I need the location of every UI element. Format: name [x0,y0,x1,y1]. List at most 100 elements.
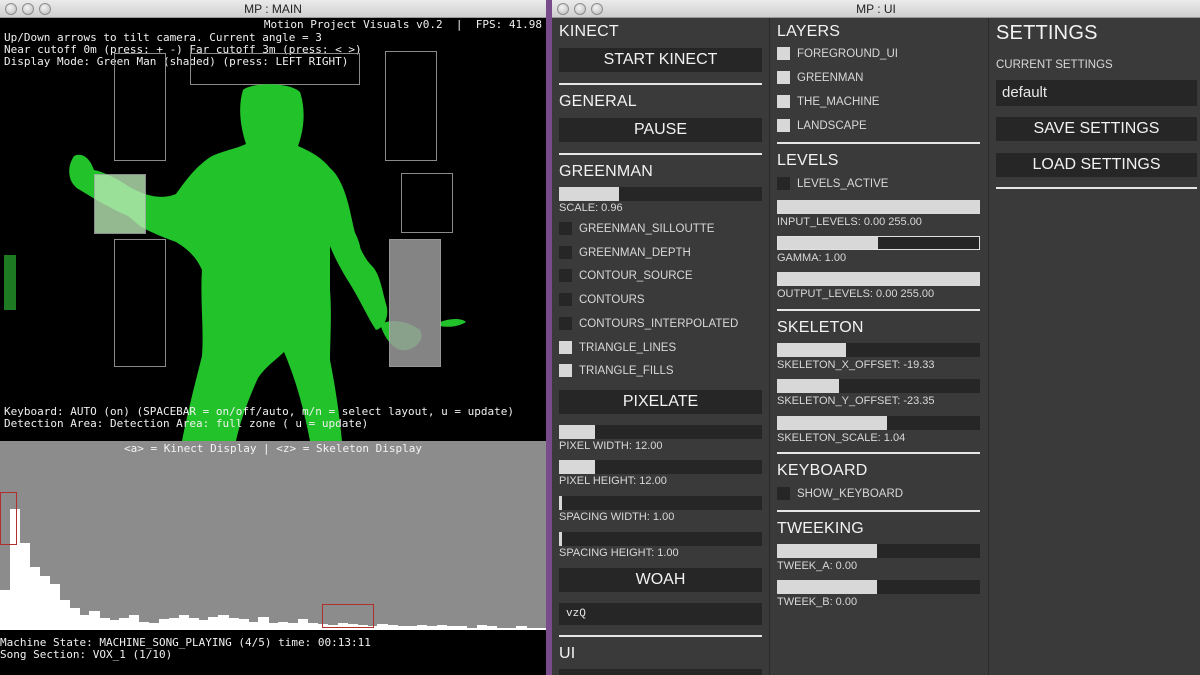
skeleton-x-offset-slider[interactable] [777,343,980,357]
main-window-title: MP : MAIN [244,2,302,16]
edge-artifact [4,255,16,310]
histogram-bar [49,584,61,630]
checkbox[interactable] [559,293,572,306]
histogram-bar [307,623,319,630]
skeleton-y-offset-slider[interactable] [777,379,980,393]
peak-marker-right [322,604,374,628]
histogram-bar [297,619,309,630]
pause-button[interactable]: PAUSE [559,118,762,142]
skeleton-header: SKELETON [777,319,864,336]
close-window-icon[interactable] [557,3,569,15]
woah-text-field[interactable]: vzQ [559,603,762,625]
histogram-bar [59,600,70,630]
detection-area-status: Detection Area: Detection Area: full zon… [4,417,369,430]
start-kinect-button[interactable]: START KINECT [559,48,762,72]
histogram-bar [208,617,219,630]
checkbox-checked[interactable] [777,47,790,60]
load-settings-button[interactable]: LOAD SETTINGS [996,153,1197,177]
minimize-window-icon[interactable] [574,3,586,15]
histogram-bar [29,567,41,630]
tweek-a-slider[interactable] [777,544,980,558]
checkbox[interactable] [559,222,572,235]
greenman-scale-label: SCALE: 0.96 [559,202,623,214]
histogram-bar [287,623,299,630]
input-levels-slider[interactable] [777,200,980,214]
main-titlebar[interactable]: MP : MAIN [0,0,546,18]
histogram-bar [168,618,180,630]
histogram-bar [188,618,200,630]
checkbox[interactable] [777,487,790,500]
settings-header: SETTINGS [996,22,1098,44]
checkbox-checked[interactable] [559,364,572,377]
gamma-label: GAMMA: 1.00 [777,252,847,264]
toggle-contours[interactable]: CONTOURS [559,293,645,306]
pixel-width-label: PIXEL WIDTH: 12.00 [559,440,663,452]
current-settings-field[interactable]: default [996,80,1197,106]
pixel-width-slider[interactable] [559,425,762,439]
skeleton-x-offset-label: SKELETON_X_OFFSET: -19.33 [777,359,935,371]
checkbox[interactable] [777,177,790,190]
layer-the-machine[interactable]: THE_MACHINE [777,95,879,108]
histogram-bar [238,619,249,630]
histogram-bar [129,615,140,630]
zone-left-hand [94,174,146,234]
layer-greenman[interactable]: GREENMAN [777,71,863,84]
checkbox[interactable] [559,269,572,282]
divider [777,452,980,454]
spacing-width-slider[interactable] [559,496,762,510]
levels-header: LEVELS [777,152,839,169]
checkbox[interactable] [559,317,572,330]
keyboard-header: KEYBOARD [777,462,868,479]
toggle-triangle-lines[interactable]: TRIANGLE_LINES [559,341,676,354]
woah-button[interactable]: WOAH [559,568,762,592]
levels-active-toggle[interactable]: LEVELS_ACTIVE [777,177,888,190]
checkbox-checked[interactable] [777,71,790,84]
histogram-bar [277,622,289,630]
skeleton-scale-label: SKELETON_SCALE: 1.04 [777,432,906,444]
histogram-bar [19,543,31,630]
toggle-greenman-depth[interactable]: GREENMAN_DEPTH [559,246,691,259]
spacing-height-slider[interactable] [559,532,762,546]
kinect-header: KINECT [559,23,619,40]
zoom-window-icon[interactable] [591,3,603,15]
divider [559,153,762,155]
checkbox-checked[interactable] [777,119,790,132]
histogram-bar [0,590,11,630]
toggle-triangle-fills[interactable]: TRIANGLE_FILLS [559,364,674,377]
pixel-height-slider[interactable] [559,460,762,474]
layer-landscape[interactable]: LANDSCAPE [777,119,867,132]
show-keyboard-toggle[interactable]: SHOW_KEYBOARD [777,487,903,500]
ui-titlebar[interactable]: MP : UI [552,0,1200,18]
save-settings-button[interactable]: SAVE SETTINGS [996,117,1197,141]
toggle-contours-interpolated[interactable]: CONTOURS_INTERPOLATED [559,317,738,330]
window-controls [5,3,51,15]
minimize-window-icon[interactable] [22,3,34,15]
output-levels-slider[interactable] [777,272,980,286]
spacing-width-label: SPACING WIDTH: 1.00 [559,511,675,523]
histogram-bar [89,611,100,630]
toggle-greenman-sillouette[interactable]: GREENMAN_SILLOUTTE [559,222,714,235]
ui-section-button[interactable] [559,669,762,675]
checkbox[interactable] [559,246,572,259]
checkbox-checked[interactable] [559,341,572,354]
ui-section-header: UI [559,645,576,662]
column-separator [988,18,989,675]
general-header: GENERAL [559,93,637,110]
gamma-slider[interactable] [777,236,980,250]
ui-window-title: MP : UI [856,2,896,16]
histogram-bar [268,623,279,630]
toggle-contour-source[interactable]: CONTOUR_SOURCE [559,269,693,282]
ui-window: MP : UI KINECT START KINECT GENERAL PAUS… [552,0,1200,675]
tweek-b-label: TWEEK_B: 0.00 [777,596,858,608]
close-window-icon[interactable] [5,3,17,15]
layer-foreground-ui[interactable]: FOREGROUND_UI [777,47,898,60]
pixelate-header-button[interactable]: PIXELATE [559,390,762,414]
greenman-scale-slider[interactable] [559,187,762,201]
histogram-bar [39,576,51,630]
ui-window-controls [557,3,603,15]
histogram-bar [218,615,229,630]
skeleton-scale-slider[interactable] [777,416,980,430]
zoom-window-icon[interactable] [39,3,51,15]
tweek-b-slider[interactable] [777,580,980,594]
checkbox-checked[interactable] [777,95,790,108]
